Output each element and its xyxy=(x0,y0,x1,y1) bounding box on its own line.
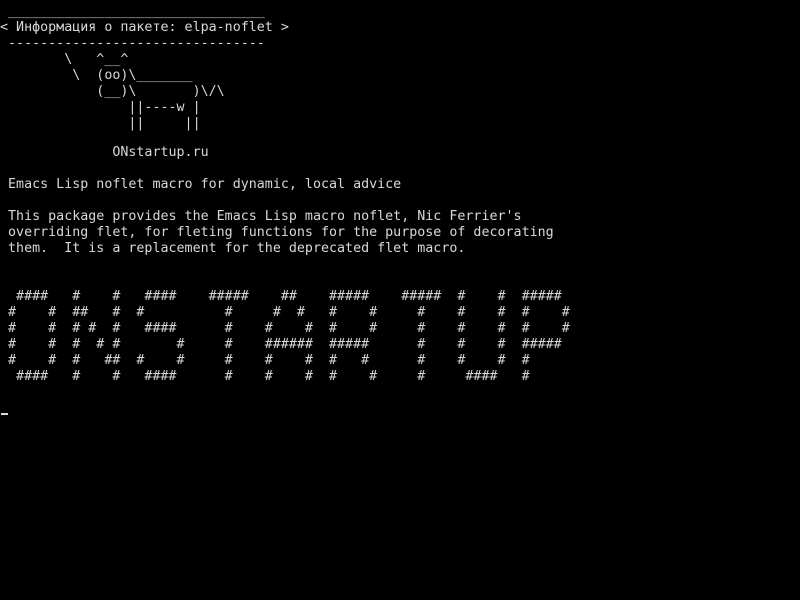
cow-ascii-line: \ ^__^ xyxy=(0,52,129,67)
description-line: overriding flet, for fleting functions f… xyxy=(0,225,554,240)
package-summary-text: Emacs Lisp noflet macro for dynamic, loc… xyxy=(0,177,402,192)
terminal-screen[interactable]: ________________________________ < Информ… xyxy=(0,0,800,600)
package-description: This package provides the Emacs Lisp mac… xyxy=(0,209,554,257)
banner-line: # # # # # #### # # # # # # # # # # xyxy=(0,321,570,336)
banner-line: # # # ## # # # # # # # # # # # xyxy=(0,353,530,368)
terminal-cursor xyxy=(1,413,8,415)
speech-bubble-bottom: -------------------------------- xyxy=(0,36,265,51)
speech-bubble-text: < Информация о пакете: elpa-noflet > xyxy=(0,20,289,35)
banner-line: #### # # #### ##### ## ##### ##### # # #… xyxy=(0,289,562,304)
banner-line: # # # # # # # ###### ##### # # # ##### xyxy=(0,337,562,352)
description-line: This package provides the Emacs Lisp mac… xyxy=(0,209,522,224)
speech-bubble-top: ________________________________ xyxy=(0,4,265,19)
site-name-line: ONstartup.ru xyxy=(0,145,209,161)
banner-line: #### # # #### # # # # # # #### # xyxy=(0,369,530,384)
description-line: them. It is a replacement for the deprec… xyxy=(0,241,466,256)
cow-ascii-line: || || xyxy=(0,116,201,131)
site-name: ONstartup.ru xyxy=(0,145,209,160)
cowsay-output: ________________________________ < Информ… xyxy=(0,4,289,132)
cow-ascii-line: \ (oo)\_______ xyxy=(0,68,193,83)
cow-ascii-line: (__)\ )\/\ xyxy=(0,84,225,99)
package-summary: Emacs Lisp noflet macro for dynamic, loc… xyxy=(0,177,401,193)
cow-ascii-line: ||----w | xyxy=(0,100,201,115)
banner-line: # # ## # # # # # # # # # # # # xyxy=(0,305,570,320)
ascii-banner: #### # # #### ##### ## ##### ##### # # #… xyxy=(0,289,570,385)
